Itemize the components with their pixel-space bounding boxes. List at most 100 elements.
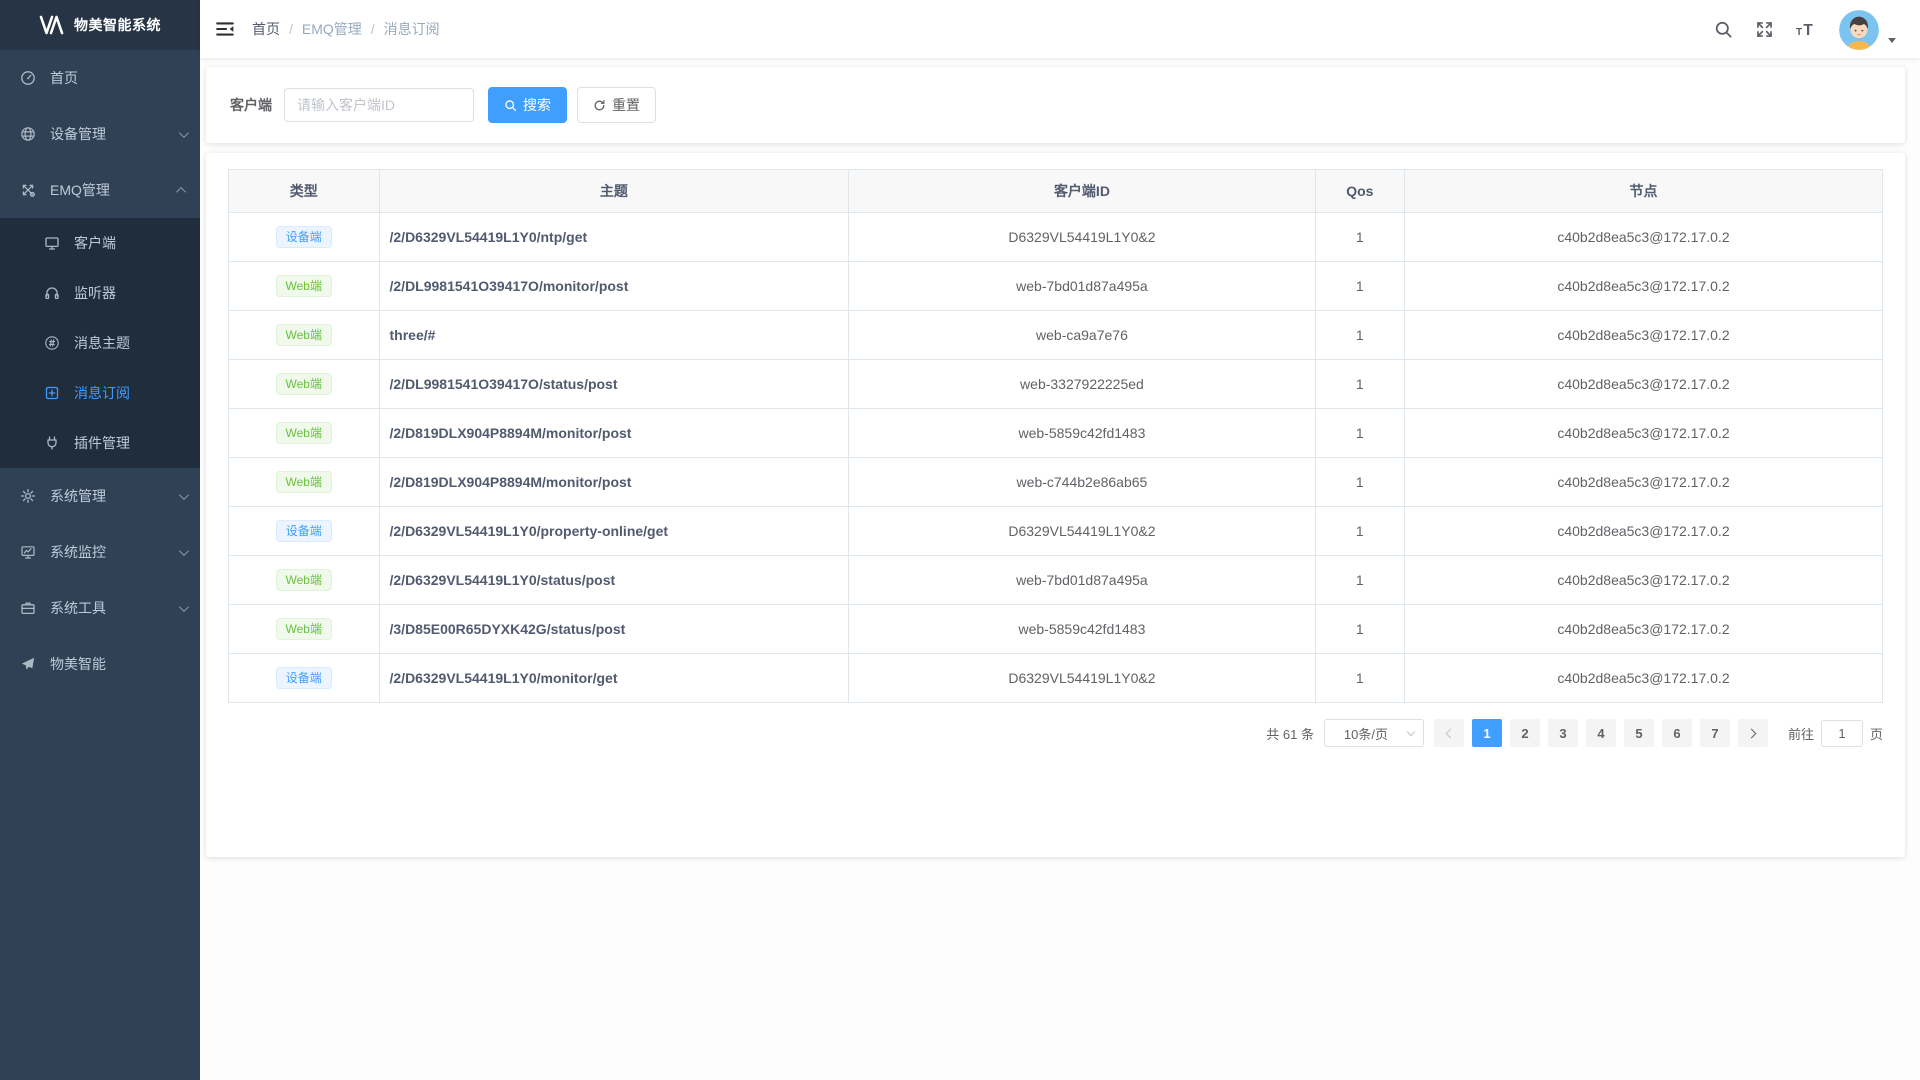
node-cell: c40b2d8ea5c3@172.17.0.2 [1404,458,1882,507]
client-id-cell: D6329VL54419L1Y0&2 [849,213,1315,262]
next-page-button[interactable] [1738,719,1768,747]
client-id-cell: web-3327922225ed [849,360,1315,409]
chevron-down-icon [179,602,189,612]
qos-cell: 1 [1315,458,1404,507]
sidebar: 物美智能系统 首页设备管理EMQ管理客户端监听器消息主题消息订阅插件管理系统管理… [0,0,200,1080]
client-id-cell: D6329VL54419L1Y0&2 [849,654,1315,703]
sidebar-item-5[interactable]: 系统工具 [0,580,200,636]
node-cell: c40b2d8ea5c3@172.17.0.2 [1404,507,1882,556]
gear-icon [20,488,36,504]
page-button-6[interactable]: 6 [1662,719,1692,747]
client-id-cell: web-ca9a7e76 [849,311,1315,360]
search-form: 客户端 搜索 [230,87,1881,123]
breadcrumb-item-0[interactable]: 首页 [252,19,280,39]
table-row-1: Web端/2/DL9981541O39417O/monitor/postweb-… [229,262,1883,311]
user-menu[interactable] [1839,8,1896,50]
topic-cell: /2/DL9981541O39417O/monitor/post [379,262,849,311]
font-size-icon[interactable]: TT [1796,20,1815,39]
table-body: 设备端/2/D6329VL54419L1Y0/ntp/getD6329VL544… [229,213,1883,703]
type-cell: Web端 [229,311,380,360]
node-cell: c40b2d8ea5c3@172.17.0.2 [1404,654,1882,703]
page-button-5[interactable]: 5 [1624,719,1654,747]
message-topic-icon [44,335,60,351]
sidebar-subitem-2-0[interactable]: 客户端 [0,218,200,268]
node-cell: c40b2d8ea5c3@172.17.0.2 [1404,262,1882,311]
reset-button[interactable]: 重置 [577,87,656,123]
page-button-3[interactable]: 3 [1548,719,1578,747]
sidebar-item-4[interactable]: 系统监控 [0,524,200,580]
type-cell: 设备端 [229,507,380,556]
type-cell: 设备端 [229,213,380,262]
page-button-1[interactable]: 1 [1472,719,1502,747]
goto-page-input[interactable] [1821,720,1863,747]
type-tag: 设备端 [276,226,332,248]
sidebar-subitem-label: 消息主题 [74,333,130,353]
search-button[interactable]: 搜索 [488,87,567,123]
topic-cell: /3/D85E00R65DYXK42G/status/post [379,605,849,654]
type-cell: Web端 [229,409,380,458]
sidebar-item-1[interactable]: 设备管理 [0,106,200,162]
column-header-2: 客户端ID [849,170,1315,213]
column-header-3: Qos [1315,170,1404,213]
client-id-input[interactable] [284,88,474,122]
search-icon [504,99,517,112]
sidebar-item-label: 首页 [50,68,78,88]
page-button-4[interactable]: 4 [1586,719,1616,747]
pager: 1234567 [1430,719,1772,747]
sidebar-subitem-2-3[interactable]: 消息订阅 [0,368,200,418]
devices-globe-icon [20,126,36,142]
main-area: 首页/EMQ管理/消息订阅 TT 客户端 搜索 [200,0,1920,1080]
sidebar-subitem-label: 客户端 [74,233,116,253]
sidebar-subitem-2-2[interactable]: 消息主题 [0,318,200,368]
type-tag: 设备端 [276,667,332,689]
topic-cell: three/# [379,311,849,360]
qos-cell: 1 [1315,556,1404,605]
sidebar-subitem-2-4[interactable]: 插件管理 [0,418,200,468]
subscriptions-table: 类型主题客户端IDQos节点 设备端/2/D6329VL54419L1Y0/nt… [228,169,1883,703]
page-button-7[interactable]: 7 [1700,719,1730,747]
sidebar-item-2[interactable]: EMQ管理 [0,162,200,218]
chevron-down-icon [179,128,189,138]
search-icon[interactable] [1714,20,1733,39]
svg-text:T: T [1796,26,1803,37]
breadcrumb-separator: / [371,21,375,37]
sidebar-item-label: 系统管理 [50,486,106,506]
toolbox-icon [20,600,36,616]
plugin-icon [44,435,60,451]
client-id-label: 客户端 [230,95,272,115]
node-cell: c40b2d8ea5c3@172.17.0.2 [1404,605,1882,654]
chevron-up-icon [176,186,186,196]
navbar-right-menu: TT [1692,8,1896,50]
sidebar-subitem-label: 消息订阅 [74,383,130,403]
prev-page-button[interactable] [1434,719,1464,747]
sidebar-menu: 首页设备管理EMQ管理客户端监听器消息主题消息订阅插件管理系统管理系统监控系统工… [0,50,200,1080]
topic-cell: /2/D6329VL54419L1Y0/status/post [379,556,849,605]
paper-plane-icon [20,656,36,672]
sidebar-subitem-label: 插件管理 [74,433,130,453]
sidebar-item-label: 系统监控 [50,542,106,562]
client-id-cell: web-7bd01d87a495a [849,262,1315,311]
breadcrumb-separator: / [289,21,293,37]
client-id-cell: D6329VL54419L1Y0&2 [849,507,1315,556]
avatar [1839,10,1879,50]
type-tag: Web端 [276,422,332,444]
table-row-2: Web端three/#web-ca9a7e761c40b2d8ea5c3@172… [229,311,1883,360]
page-button-2[interactable]: 2 [1510,719,1540,747]
type-cell: Web端 [229,458,380,507]
page-size-select[interactable]: 10条/页 [1324,719,1424,747]
submenu: 客户端监听器消息主题消息订阅插件管理 [0,218,200,468]
qos-cell: 1 [1315,262,1404,311]
app-layout: 物美智能系统 首页设备管理EMQ管理客户端监听器消息主题消息订阅插件管理系统管理… [0,0,1920,1080]
qos-cell: 1 [1315,507,1404,556]
app-logo: 物美智能系统 [0,0,200,50]
page-size-value: 10条/页 [1344,724,1388,743]
refresh-icon [593,99,606,112]
sidebar-item-6[interactable]: 物美智能 [0,636,200,692]
sidebar-subitem-2-1[interactable]: 监听器 [0,268,200,318]
sidebar-item-0[interactable]: 首页 [0,50,200,106]
fullscreen-icon[interactable] [1755,20,1774,39]
client-id-cell: web-5859c42fd1483 [849,605,1315,654]
sidebar-item-3[interactable]: 系统管理 [0,468,200,524]
hamburger-icon[interactable] [215,19,235,39]
breadcrumb: 首页/EMQ管理/消息订阅 [252,19,440,39]
